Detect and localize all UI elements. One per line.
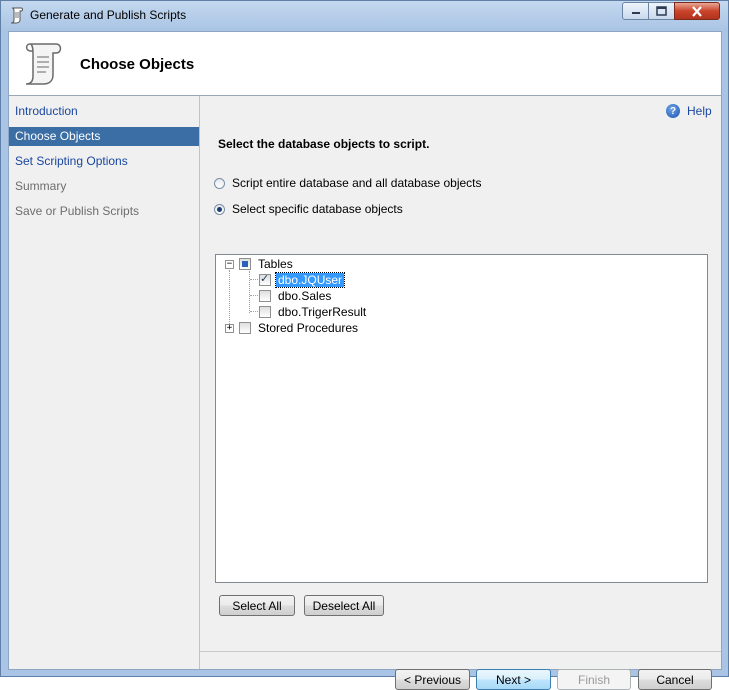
section-title: Select the database objects to script. xyxy=(218,137,430,151)
select-all-button[interactable]: Select All xyxy=(219,595,295,616)
tree-checkbox[interactable] xyxy=(239,258,251,270)
tree-label: dbo.Sales xyxy=(278,289,332,303)
scroll-icon xyxy=(10,7,23,24)
sidebar-item-set-scripting-options[interactable]: Set Scripting Options xyxy=(9,152,199,171)
maximize-icon xyxy=(656,6,667,16)
dialog-client: Choose Objects Introduction Choose Objec… xyxy=(8,31,722,690)
radio-select-specific-objects[interactable]: Select specific database objects xyxy=(214,202,403,216)
radio-label: Select specific database objects xyxy=(232,202,403,216)
tree-node-dbo-jquser[interactable]: dbo.JQUser xyxy=(259,272,346,288)
tree-checkbox[interactable] xyxy=(259,306,271,318)
tree-label: dbo.JQUser xyxy=(274,272,346,288)
sidebar-item-choose-objects[interactable]: Choose Objects xyxy=(9,127,199,146)
tree-checkbox[interactable] xyxy=(239,322,251,334)
deselect-all-button[interactable]: Deselect All xyxy=(304,595,384,616)
object-tree[interactable]: − Tables dbo.JQUser dbo.Sales dbo.Triger… xyxy=(215,254,708,583)
tree-label: dbo.TrigerResult xyxy=(278,305,367,319)
page-header: Choose Objects xyxy=(9,32,721,96)
minimize-button[interactable] xyxy=(622,2,649,20)
help-icon: ? xyxy=(666,104,680,118)
tree-node-dbo-sales[interactable]: dbo.Sales xyxy=(259,288,333,304)
sidebar-item-summary: Summary xyxy=(15,179,67,193)
radio-button[interactable] xyxy=(214,203,225,215)
main-panel: ? Help Select the database objects to sc… xyxy=(200,96,721,690)
help-link[interactable]: ? Help xyxy=(666,104,712,118)
collapse-icon[interactable]: − xyxy=(225,259,234,269)
tree-label: Stored Procedures xyxy=(258,321,359,335)
page-title: Choose Objects xyxy=(80,56,195,73)
title-bar[interactable]: Generate and Publish Scripts xyxy=(1,1,728,31)
tree-checkbox[interactable] xyxy=(259,290,271,302)
footer-divider xyxy=(200,651,721,652)
wizard-steps-sidebar: Introduction Choose Objects Set Scriptin… xyxy=(9,96,200,669)
tree-node-tables[interactable]: − Tables xyxy=(225,256,295,272)
sidebar-item-save-or-publish: Save or Publish Scripts xyxy=(15,204,140,218)
dialog-window: Generate and Publish Scripts Choose Obje… xyxy=(0,0,729,690)
window-title: Generate and Publish Scripts xyxy=(30,8,187,22)
radio-label: Script entire database and all database … xyxy=(232,176,482,190)
help-label: Help xyxy=(687,104,712,118)
tree-node-stored-procedures[interactable]: + Stored Procedures xyxy=(225,320,360,336)
radio-button[interactable] xyxy=(214,177,225,189)
scroll-icon xyxy=(25,43,62,85)
expand-icon[interactable]: + xyxy=(225,323,234,333)
close-icon xyxy=(692,5,702,17)
tree-checkbox[interactable] xyxy=(259,272,271,286)
previous-button[interactable]: < Previous xyxy=(395,669,470,690)
cancel-button[interactable]: Cancel xyxy=(638,669,712,690)
next-button[interactable]: Next > xyxy=(476,669,551,690)
maximize-button[interactable] xyxy=(648,2,675,20)
minimize-icon xyxy=(631,12,640,14)
radio-script-entire-database[interactable]: Script entire database and all database … xyxy=(214,176,482,190)
close-button[interactable] xyxy=(674,2,720,20)
tree-label: Tables xyxy=(258,257,293,271)
finish-button: Finish xyxy=(557,669,631,690)
tree-node-dbo-trigerresult[interactable]: dbo.TrigerResult xyxy=(259,304,368,320)
sidebar-item-introduction[interactable]: Introduction xyxy=(9,102,199,121)
tree-connector-line xyxy=(249,271,250,313)
